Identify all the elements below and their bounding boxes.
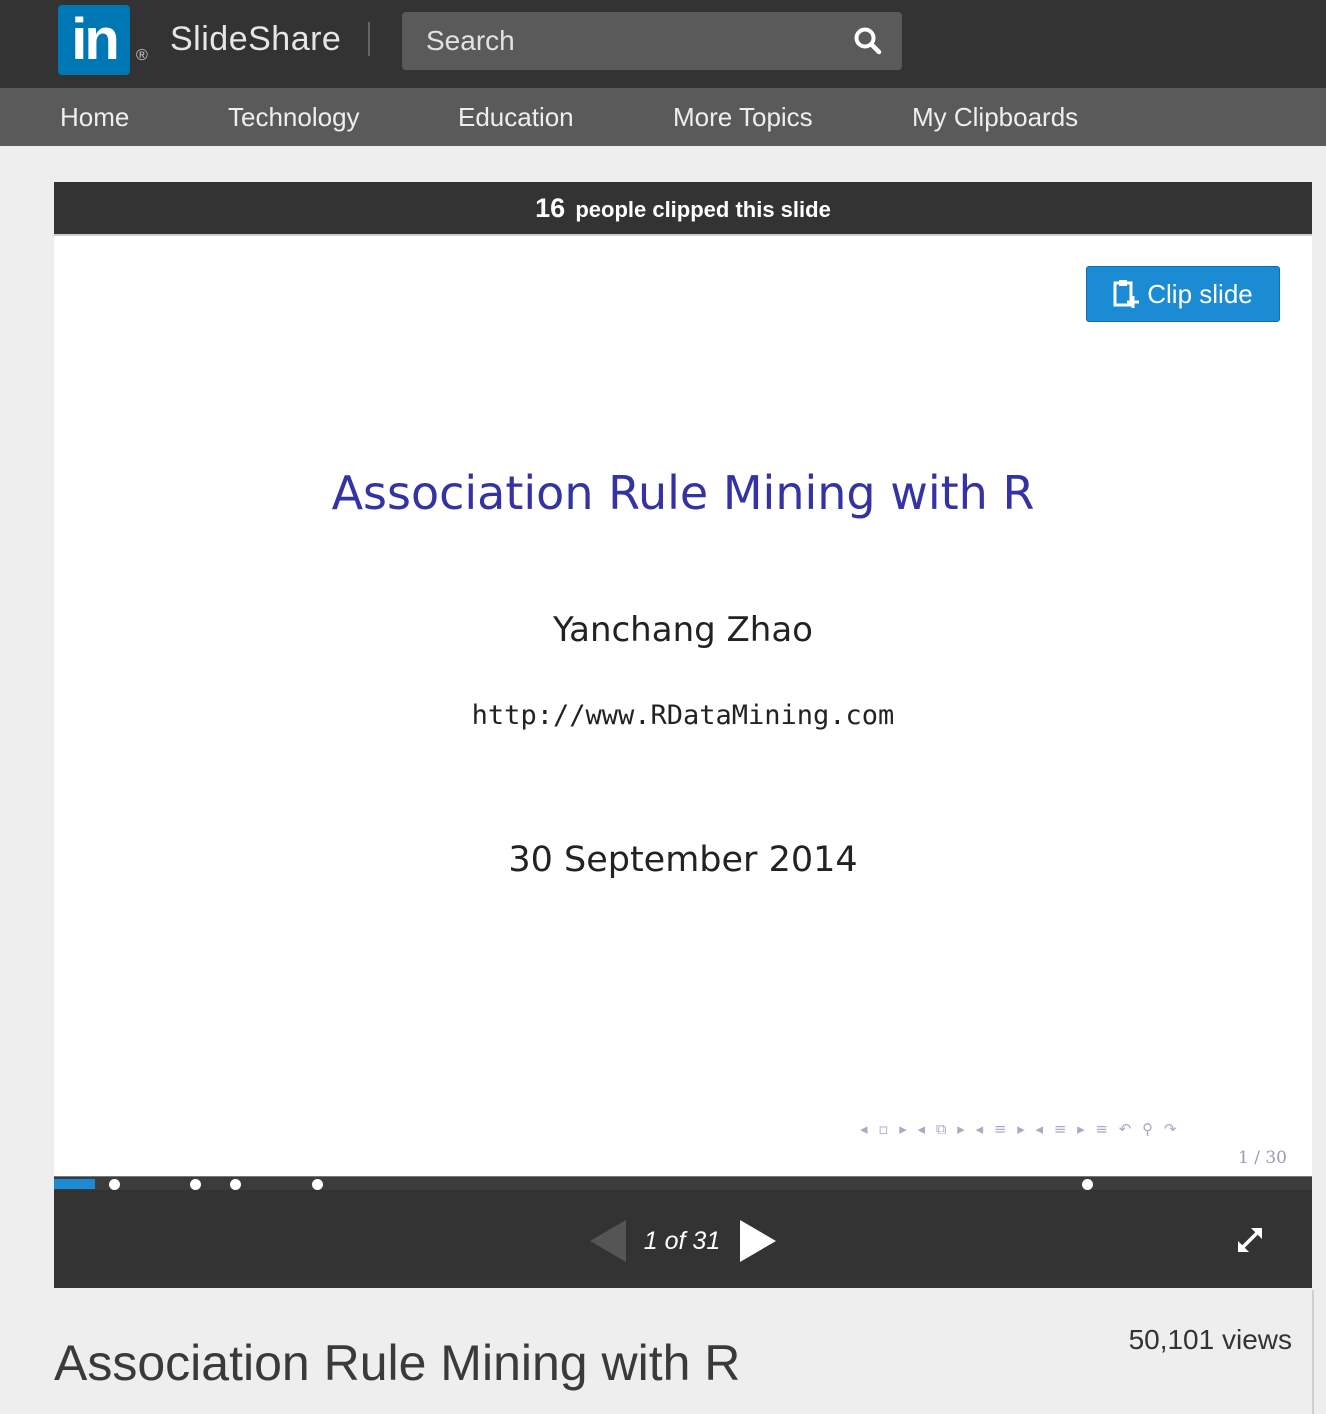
fullscreen-icon[interactable] bbox=[1234, 1224, 1266, 1256]
slide-url: http://www.RDataMining.com bbox=[471, 700, 895, 731]
clip-slide-button[interactable]: Clip slide bbox=[1086, 266, 1280, 322]
prev-slide-icon[interactable] bbox=[590, 1220, 628, 1262]
next-slide-icon[interactable] bbox=[740, 1220, 778, 1262]
slide-progress-fill bbox=[54, 1179, 95, 1189]
clipped-count: 16 bbox=[535, 193, 566, 223]
search-icon[interactable] bbox=[853, 26, 883, 56]
clip-marker-dot[interactable] bbox=[109, 1179, 120, 1190]
slide-progress-track[interactable] bbox=[54, 1176, 1312, 1191]
clip-slide-label: Clip slide bbox=[1147, 278, 1253, 309]
search-input[interactable] bbox=[402, 12, 856, 70]
nav-item-my-clipboards[interactable]: My Clipboards bbox=[912, 88, 1078, 146]
view-count: 50,101 views bbox=[1128, 1324, 1292, 1355]
sidebar-divider bbox=[1312, 1290, 1314, 1414]
clipboard-add-icon bbox=[1113, 280, 1140, 308]
slide-date: 30 September 2014 bbox=[508, 840, 858, 880]
clip-marker-dot[interactable] bbox=[312, 1179, 323, 1190]
nav-item-home[interactable]: Home bbox=[60, 88, 129, 146]
nav-item-education[interactable]: Education bbox=[458, 88, 574, 146]
search-box bbox=[402, 12, 902, 70]
slideshare-brand[interactable]: SlideShare bbox=[170, 20, 341, 59]
nav-item-technology[interactable]: Technology bbox=[228, 88, 360, 146]
brand-divider bbox=[368, 22, 370, 56]
linkedin-logo[interactable]: in bbox=[58, 5, 130, 75]
page-indicator: 1 of 31 bbox=[643, 1227, 721, 1255]
registered-mark: ® bbox=[136, 47, 148, 64]
clip-marker-dot[interactable] bbox=[230, 1179, 241, 1190]
clip-marker-dot[interactable] bbox=[1082, 1179, 1093, 1190]
beamer-page-number: 1 / 30 bbox=[1238, 1148, 1287, 1168]
clipped-banner: 16 people clipped this slide bbox=[54, 182, 1312, 236]
slide-author: Yanchang Zhao bbox=[553, 610, 813, 650]
slide-title: Association Rule Mining with R bbox=[331, 466, 1035, 520]
clip-marker-dot[interactable] bbox=[190, 1179, 201, 1190]
nav-item-more-topics[interactable]: More Topics bbox=[673, 88, 813, 146]
beamer-nav-symbols: ◂ ▫ ▸ ◂ ⧉ ▸ ◂ ≡ ▸ ◂ ≡ ▸ ≡ ↶ ⚲ ↷ bbox=[860, 1120, 1180, 1138]
clipped-text: people clipped this slide bbox=[575, 197, 831, 222]
nav-bar: Home Technology Education More Topics My… bbox=[0, 88, 1326, 146]
page-title: Association Rule Mining with R bbox=[54, 1335, 741, 1391]
